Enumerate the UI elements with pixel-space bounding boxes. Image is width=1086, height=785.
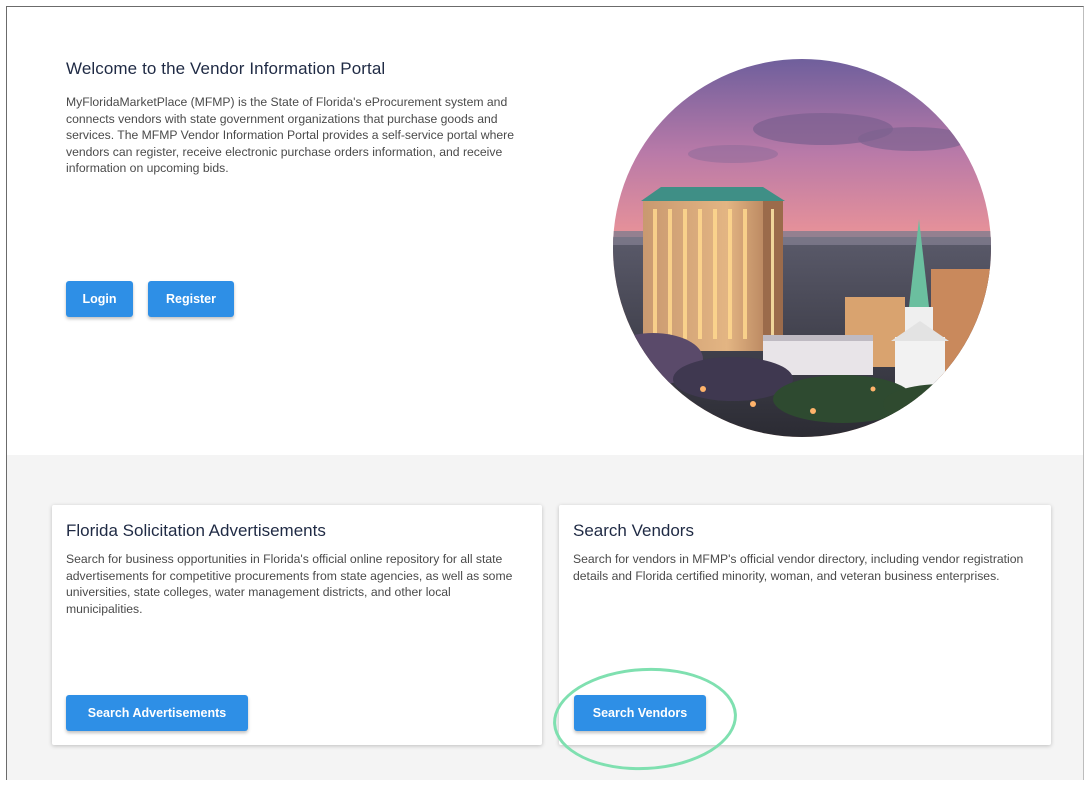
services-section: Florida Solicitation Advertisements Sear…: [7, 455, 1083, 780]
advertisements-card-title: Florida Solicitation Advertisements: [66, 521, 326, 540]
advertisements-card-description: Search for business opportunities in Flo…: [66, 552, 513, 616]
vendors-card-title: Search Vendors: [573, 521, 694, 540]
app-window: Welcome to the Vendor Information Portal…: [6, 6, 1084, 780]
welcome-section: Welcome to the Vendor Information Portal…: [7, 7, 1083, 455]
vendors-card-description: Search for vendors in MFMP's official ve…: [573, 552, 1024, 583]
search-advertisements-button[interactable]: Search Advertisements: [66, 695, 248, 731]
city-skyline-photo: [613, 59, 991, 437]
vendors-card: Search Vendors Search for vendors in MFM…: [559, 505, 1051, 745]
advertisements-card: Florida Solicitation Advertisements Sear…: [52, 505, 542, 745]
city-skyline-image: [613, 59, 991, 437]
register-button[interactable]: Register: [148, 281, 234, 317]
page-title: Welcome to the Vendor Information Portal: [66, 59, 386, 78]
login-button[interactable]: Login: [66, 281, 133, 317]
search-vendors-button[interactable]: Search Vendors: [574, 695, 706, 731]
welcome-description: MyFloridaMarketPlace (MFMP) is the State…: [66, 95, 514, 176]
